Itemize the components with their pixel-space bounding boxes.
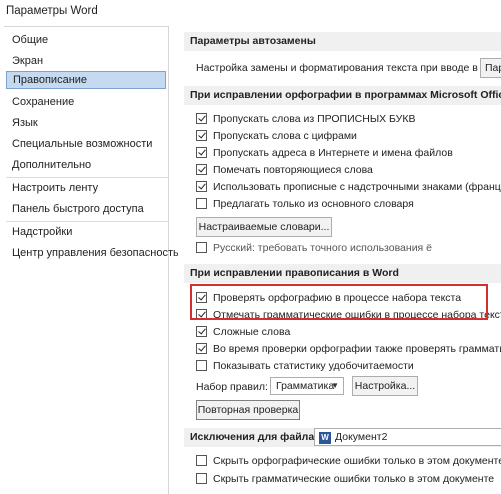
readability-label: Показывать статистику удобочитаемости <box>213 360 414 372</box>
russian-yo-label: Русский: требовать точного использования… <box>213 242 432 254</box>
window-title: Параметры Word <box>6 5 98 17</box>
word-spelling-header: При исправлении правописания в Word <box>184 264 501 283</box>
flag-repeated-label: Помечать повторяющиеся слова <box>213 164 373 176</box>
ignore-internet-label: Пропускать адреса в Интернете и имена фа… <box>213 147 453 159</box>
main-dictionary-label: Предлагать только из основного словаря <box>213 198 414 210</box>
chevron-down-icon: ▼ <box>331 381 339 390</box>
ignore-numbers-checkbox[interactable] <box>196 130 207 141</box>
sidebar: Общие Экран Правописание Сохранение Язык… <box>4 26 187 494</box>
mark-grammar-checkbox[interactable] <box>196 309 207 320</box>
flag-repeated-checkbox[interactable] <box>196 164 207 175</box>
main-dictionary-checkbox[interactable] <box>196 198 207 209</box>
check-spelling-checkbox[interactable] <box>196 292 207 303</box>
sidebar-item-trust-center[interactable]: Центр управления безопасностью <box>6 244 187 262</box>
check-grammar-checkbox[interactable] <box>196 343 207 354</box>
ignore-internet-checkbox[interactable] <box>196 147 207 158</box>
sidebar-divider <box>6 177 168 178</box>
rules-label: Набор правил: <box>196 381 268 393</box>
sidebar-item-accessibility[interactable]: Специальные возможности <box>6 135 166 153</box>
rules-select-value: Грамматика <box>276 380 335 392</box>
office-spelling-header: При исправлении орфографии в программах … <box>184 86 501 105</box>
autocorrect-options-button[interactable]: Пар <box>480 58 501 78</box>
hide-grammar-errors-checkbox[interactable] <box>196 473 207 484</box>
russian-yo-checkbox[interactable] <box>196 242 207 253</box>
exceptions-file-select[interactable]: W Документ2 <box>314 428 501 446</box>
recheck-document-button[interactable]: Повторная проверка <box>196 400 300 420</box>
rules-select[interactable]: Грамматика ▼ <box>270 377 344 395</box>
readability-checkbox[interactable] <box>196 360 207 371</box>
sidebar-item-general[interactable]: Общие <box>6 31 166 49</box>
mark-grammar-label: Отмечать грамматические ошибки в процесс… <box>213 309 501 321</box>
check-spelling-label: Проверять орфографию в процессе набора т… <box>213 292 462 304</box>
ignore-uppercase-label: Пропускать слова из ПРОПИСНЫХ БУКВ <box>213 113 416 125</box>
hide-spelling-errors-label: Скрыть орфографические ошибки только в э… <box>213 455 501 467</box>
sidebar-divider <box>6 221 168 222</box>
sidebar-item-addins[interactable]: Надстройки <box>6 223 166 241</box>
sidebar-item-language[interactable]: Язык <box>6 114 166 132</box>
french-accents-label: Использовать прописные с надстрочными зн… <box>213 181 501 193</box>
sidebar-item-advanced[interactable]: Дополнительно <box>6 156 166 174</box>
grammar-settings-button[interactable]: Настройка... <box>352 376 418 396</box>
autocorrect-header: Параметры автозамены <box>184 32 501 51</box>
ignore-uppercase-checkbox[interactable] <box>196 113 207 124</box>
french-accents-checkbox[interactable] <box>196 181 207 192</box>
ignore-numbers-label: Пропускать слова с цифрами <box>213 130 357 142</box>
check-grammar-label: Во время проверки орфографии также прове… <box>213 343 501 355</box>
exceptions-file-name: Документ2 <box>335 431 388 443</box>
hide-grammar-errors-label: Скрыть грамматические ошибки только в эт… <box>213 473 495 485</box>
sidebar-item-customize-ribbon[interactable]: Настроить ленту <box>6 179 166 197</box>
sidebar-item-quick-access[interactable]: Панель быстрого доступа <box>6 200 166 218</box>
sidebar-item-proofing[interactable]: Правописание <box>6 71 166 89</box>
custom-dictionaries-button[interactable]: Настраиваемые словари... <box>196 217 332 237</box>
hide-spelling-errors-checkbox[interactable] <box>196 455 207 466</box>
sidebar-item-display[interactable]: Экран <box>6 52 166 70</box>
complex-words-label: Сложные слова <box>213 326 291 338</box>
complex-words-checkbox[interactable] <box>196 326 207 337</box>
sidebar-item-save[interactable]: Сохранение <box>6 93 166 111</box>
options-content: Параметры автозамены Настройка замены и … <box>178 26 501 493</box>
autocorrect-description: Настройка замены и форматирования текста… <box>196 62 501 74</box>
title-bar: Параметры Word <box>0 0 501 26</box>
word-document-icon: W <box>319 432 331 444</box>
